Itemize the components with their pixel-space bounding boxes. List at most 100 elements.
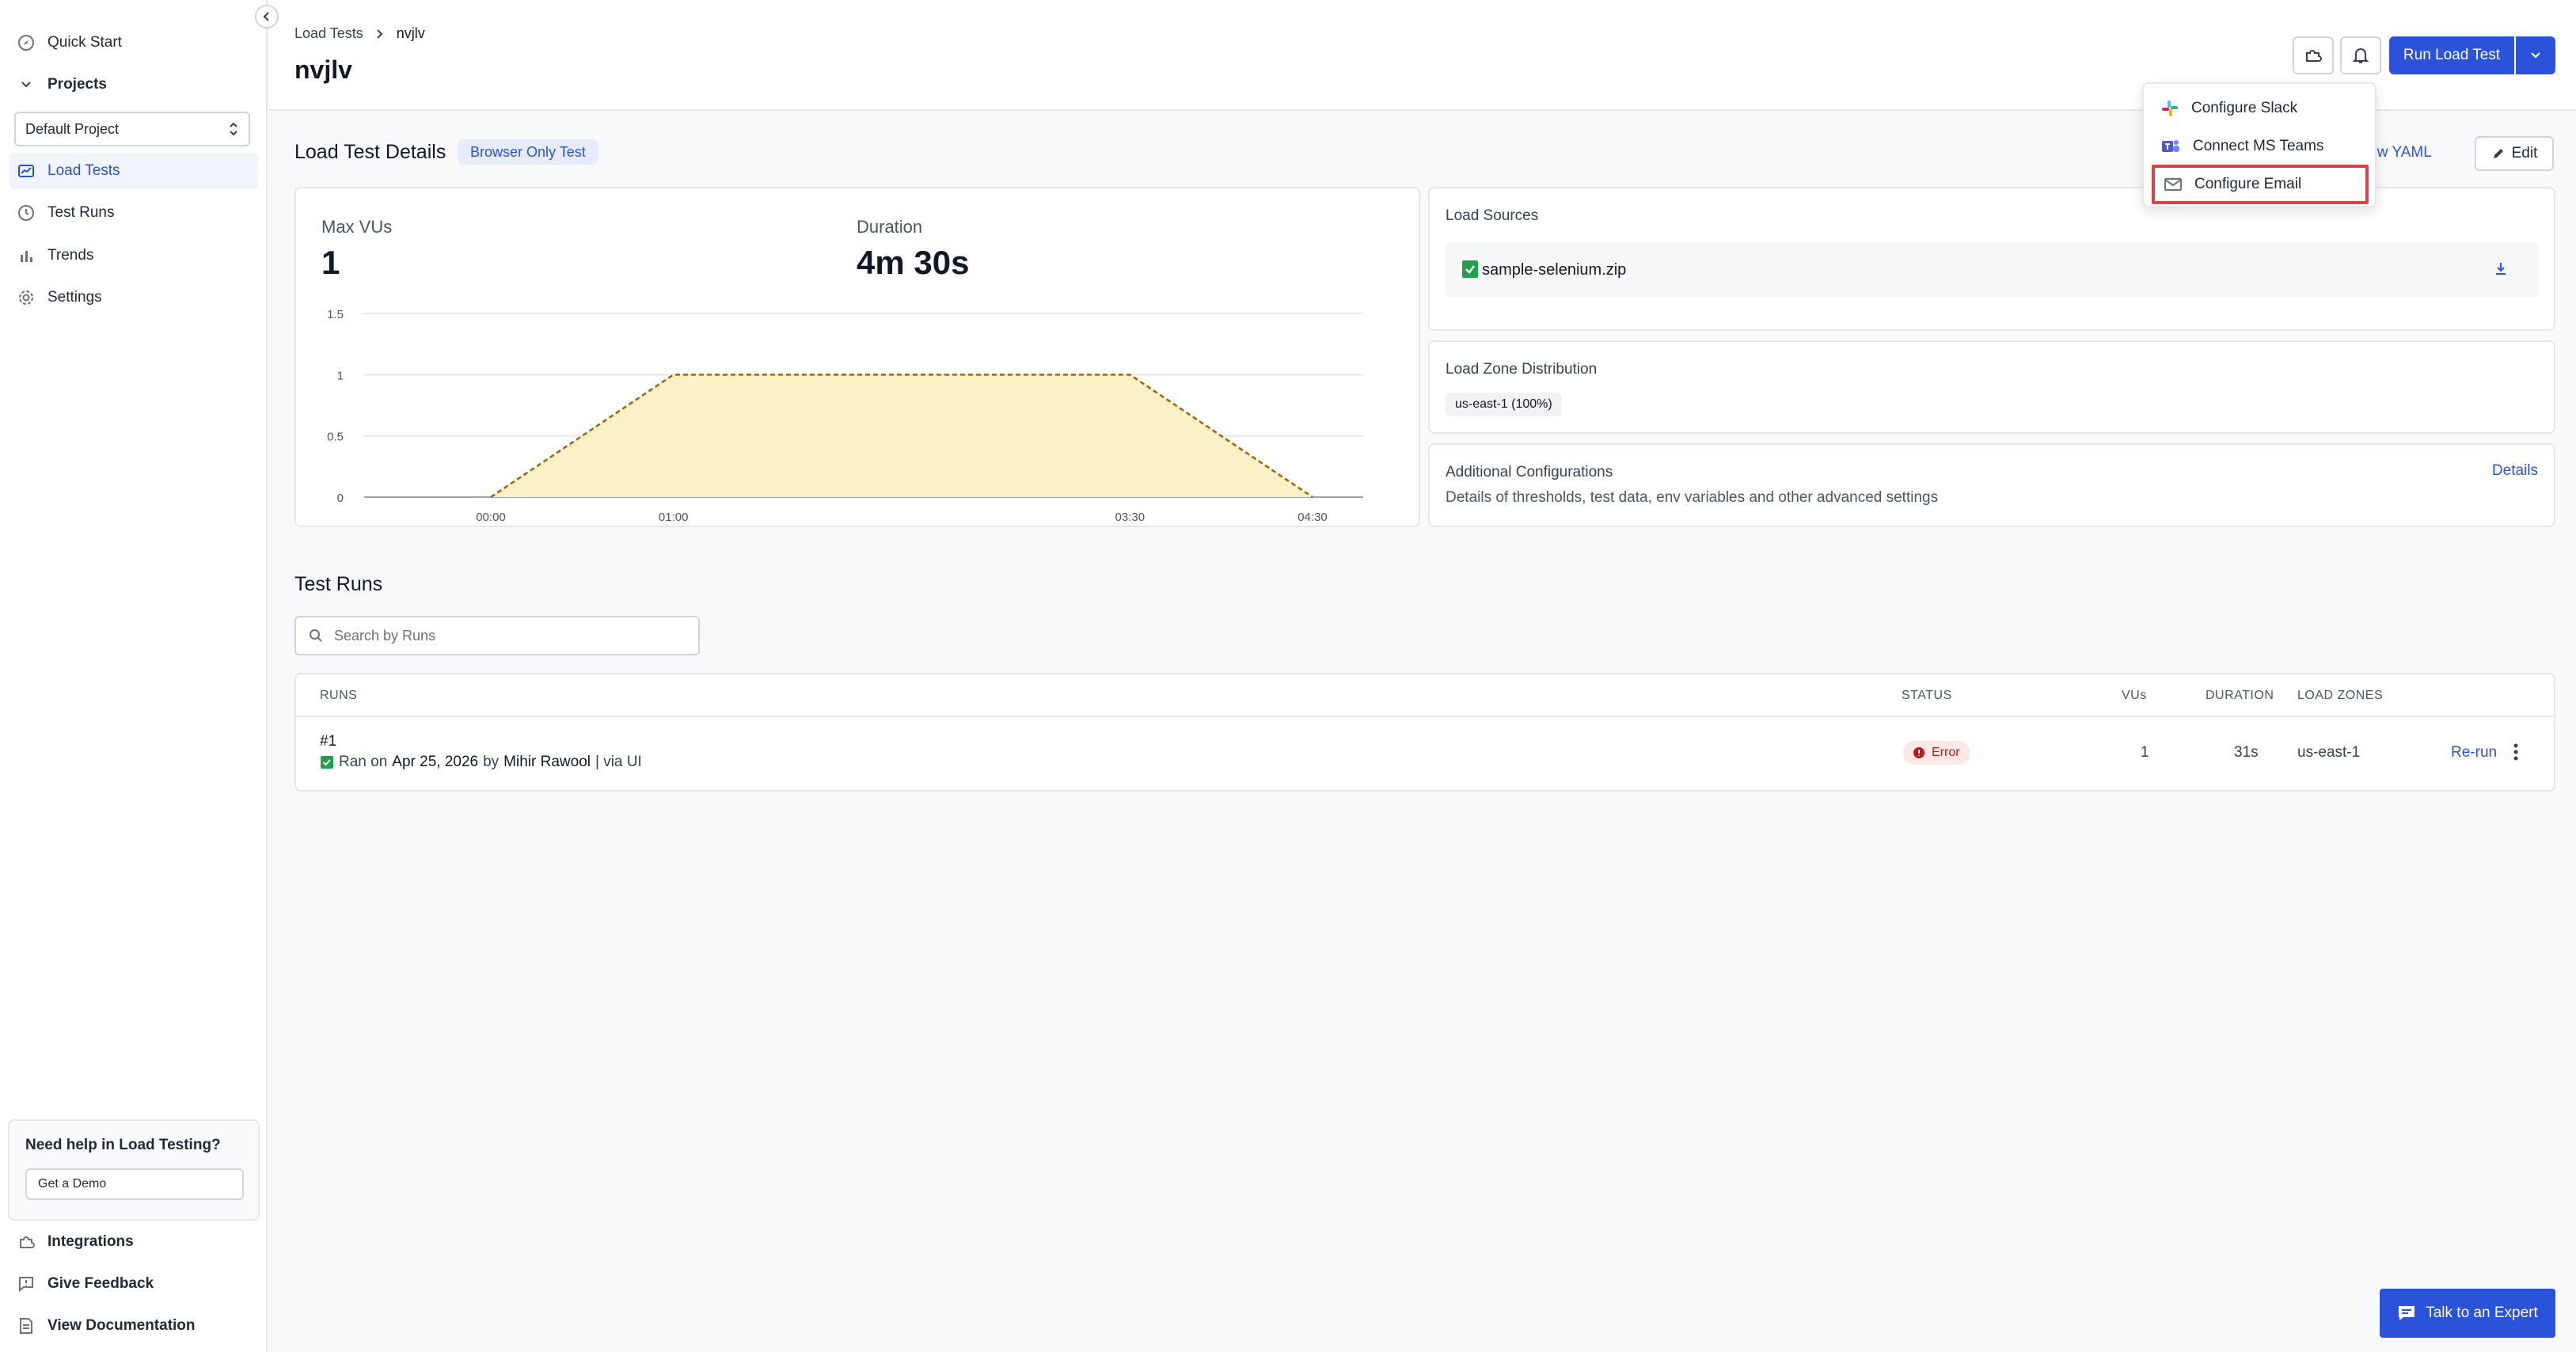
chat-icon (2397, 1305, 2416, 1322)
details-link[interactable]: Details (2492, 462, 2538, 480)
breadcrumb-current: nvjlv (396, 25, 425, 41)
search-input[interactable]: Search by Runs (294, 616, 700, 655)
x-tick-label: 04:30 (1297, 511, 1328, 524)
run-duration: 31s (2234, 744, 2259, 761)
breadcrumb-root[interactable]: Load Tests (294, 25, 363, 42)
zip-file-icon (1461, 260, 1479, 279)
teams-icon (2161, 138, 2180, 155)
edit-button[interactable]: Edit (2475, 136, 2554, 171)
status-text: Error (1932, 746, 1960, 759)
run-check-icon (320, 755, 334, 769)
sidebar-item-documentation[interactable]: View Documentation (9, 1308, 258, 1344)
run-id[interactable]: #1 (320, 733, 336, 750)
load-tests-icon (16, 161, 36, 181)
menu-item-email[interactable]: Configure Email (2152, 165, 2369, 204)
chevron-down-icon (16, 74, 36, 95)
y-tick-label: 1.5 (327, 308, 344, 321)
y-tick-label: 0 (337, 492, 344, 505)
source-file-name: sample-selenium.zip (1482, 260, 1627, 279)
col-vus: VUs (2122, 689, 2147, 702)
menu-item-teams[interactable]: Connect MS Teams (2152, 128, 2369, 165)
load-sources-card: Load Sources sample-selenium.zip (1428, 187, 2555, 331)
run-zone: us-east-1 (2297, 744, 2361, 761)
area-fill (491, 374, 1313, 497)
col-duration: DURATION (2206, 689, 2274, 702)
run-options-button[interactable] (2516, 36, 2555, 74)
download-icon[interactable] (2494, 261, 2508, 277)
nav-quick-start[interactable]: Quick Start (9, 25, 258, 61)
sidebar-item-load-tests[interactable]: Load Tests (9, 153, 258, 189)
integrations-menu: Configure Slack Connect MS Teams Configu… (2142, 82, 2377, 207)
run-via: | via UI (595, 754, 642, 770)
project-select[interactable]: Default Project (14, 112, 250, 146)
menu-item-label: Configure Email (2194, 176, 2302, 192)
expert-label: Talk to an Expert (2426, 1305, 2538, 1321)
notifications-button[interactable] (2340, 36, 2381, 74)
bell-icon (2352, 46, 2369, 65)
chevron-down-icon (2530, 51, 2541, 59)
load-profile-card: Max VUs 1 Duration 4m 30s 1.5 1 0.5 0 00:00 0… (294, 187, 1420, 527)
x-tick-label: 01:00 (659, 511, 689, 524)
load-sources-title: Load Sources (1446, 207, 1539, 224)
col-status: STATUS (1902, 689, 1952, 702)
help-box: Need help in Load Testing? Get a Demo (8, 1119, 260, 1221)
search-placeholder: Search by Runs (334, 627, 436, 644)
run-load-test-button[interactable]: Run Load Test (2389, 36, 2514, 74)
menu-item-slack[interactable]: Configure Slack (2152, 90, 2369, 127)
chevron-left-icon (262, 11, 272, 22)
breadcrumb: Load Tests nvjlv (294, 25, 425, 42)
max-vus-value: 1 (321, 244, 340, 281)
load-profile-chart: 1.5 1 0.5 0 00:00 01:00 03:30 04:30 (327, 308, 1363, 524)
load-zones-card: Load Zone Distribution us-east-1 (100%) (1428, 340, 2555, 434)
duration-value: 4m 30s (857, 244, 970, 281)
run-vus: 1 (2141, 744, 2149, 761)
menu-item-label: Connect MS Teams (2193, 138, 2324, 154)
sidebar: Quick Start Projects Default Project Loa… (0, 0, 268, 1352)
max-vus-label: Max VUs (321, 217, 393, 237)
run-user: Mihir Rawool (503, 754, 591, 770)
status-badge: Error (1903, 741, 1970, 765)
pencil-icon (2491, 146, 2506, 161)
sidebar-item-label: View Documentation (47, 1317, 196, 1334)
collapse-sidebar-button[interactable] (255, 5, 279, 28)
run-date: Apr 25, 2026 (392, 754, 479, 770)
sidebar-item-settings[interactable]: Settings (9, 279, 258, 316)
sidebar-item-test-runs[interactable]: Test Runs (9, 195, 258, 231)
col-load-zones: LOAD ZONES (2297, 689, 2384, 702)
more-options-icon[interactable] (2513, 742, 2519, 761)
y-tick-label: 1 (337, 369, 344, 382)
sidebar-item-label: Settings (47, 289, 102, 306)
talk-to-expert-button[interactable]: Talk to an Expert (2380, 1289, 2555, 1338)
bar-chart-icon (16, 245, 36, 266)
test-type-badge: Browser Only Test (458, 139, 598, 165)
clock-icon (16, 203, 36, 223)
additional-config-desc: Details of thresholds, test data, env va… (1446, 489, 1939, 506)
get-demo-button[interactable]: Get a Demo (25, 1168, 244, 1200)
edit-label: Edit (2511, 145, 2538, 161)
sidebar-item-trends[interactable]: Trends (9, 237, 258, 274)
document-icon (16, 1316, 36, 1336)
compass-icon (16, 32, 36, 53)
x-tick-label: 03:30 (1115, 511, 1146, 524)
search-icon (309, 629, 323, 643)
runs-table: RUNS STATUS VUs DURATION LOAD ZONES #1 R… (294, 673, 2555, 792)
nav-quick-start-label: Quick Start (47, 34, 122, 51)
puzzle-icon (2304, 46, 2323, 65)
additional-config-card: Additional Configurations Details of thr… (1428, 443, 2555, 527)
integrations-button[interactable] (2293, 36, 2334, 74)
nav-projects-label: Projects (47, 76, 107, 93)
details-title: Load Test Details (294, 141, 446, 163)
additional-config-title: Additional Configurations (1446, 464, 1613, 480)
feedback-icon (16, 1274, 36, 1294)
nav-projects[interactable]: Projects (9, 66, 258, 103)
sidebar-item-feedback[interactable]: Give Feedback (9, 1266, 258, 1302)
sidebar-item-integrations[interactable]: Integrations (9, 1224, 258, 1260)
error-icon (1913, 746, 1925, 759)
project-select-value: Default Project (25, 120, 120, 137)
rerun-link[interactable]: Re-run (2451, 744, 2497, 761)
sidebar-item-label: Load Tests (47, 162, 120, 179)
y-tick-label: 0.5 (327, 431, 344, 444)
sidebar-item-label: Test Runs (47, 204, 115, 221)
page-title: nvjlv (294, 55, 352, 84)
mail-icon (2164, 177, 2182, 192)
